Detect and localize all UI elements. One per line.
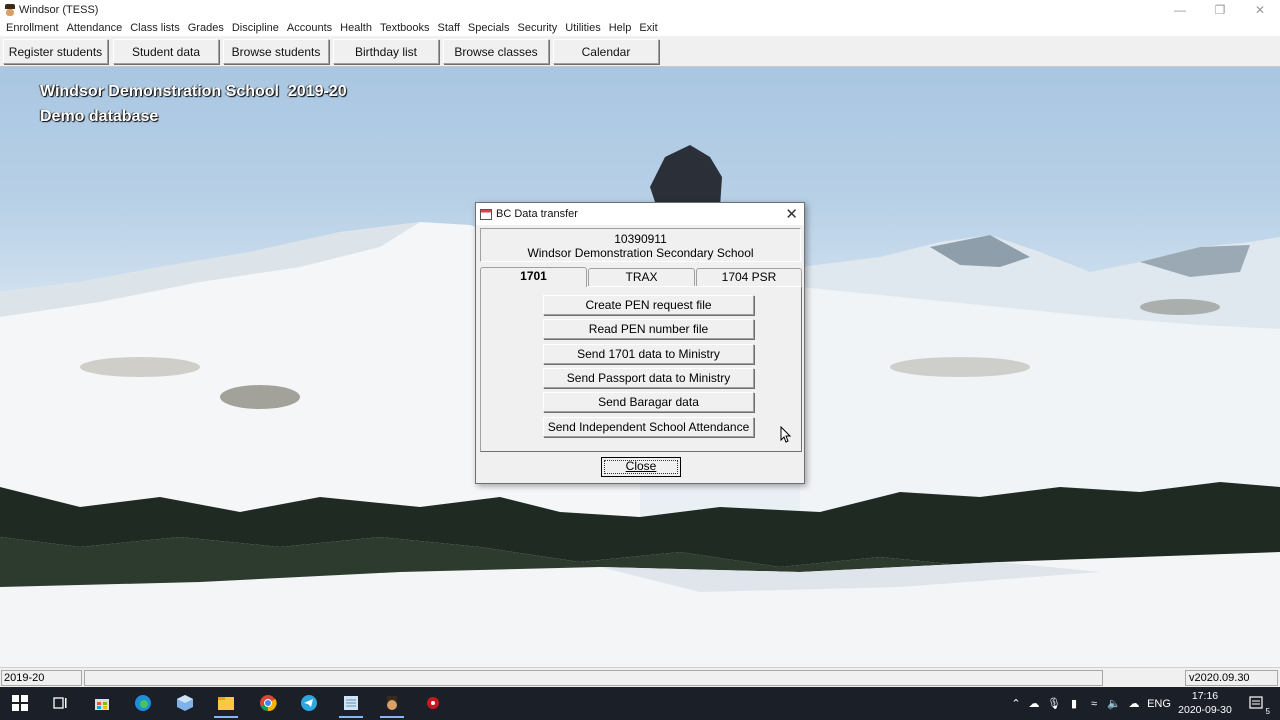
register-students-button[interactable]: Register students — [3, 39, 108, 64]
battery-icon[interactable]: ▮ — [1064, 697, 1084, 710]
menu-class-lists[interactable]: Class lists — [126, 22, 184, 34]
onedrive-icon[interactable]: ☁ — [1024, 697, 1044, 710]
menu-staff[interactable]: Staff — [433, 22, 463, 34]
bc-data-transfer-dialog: BC Data transfer ✕ 10390911 Windsor Demo… — [475, 202, 805, 484]
menu-enrollment[interactable]: Enrollment — [2, 22, 63, 34]
tab-strip: 1701 TRAX 1704 PSR — [480, 267, 802, 288]
menu-exit[interactable]: Exit — [635, 22, 661, 34]
close-icon[interactable]: ✕ — [785, 205, 798, 223]
toolbar: Register students Student data Browse st… — [0, 36, 1280, 67]
status-school-year: 2019-20 — [1, 670, 82, 686]
window-title: Windsor (TESS) — [19, 3, 99, 16]
wifi-icon[interactable]: ≈ — [1084, 698, 1104, 710]
browse-classes-button[interactable]: Browse classes — [443, 39, 549, 64]
browse-students-button[interactable]: Browse students — [223, 39, 329, 64]
create-pen-request-button[interactable]: Create PEN request file — [543, 295, 754, 315]
calendar-button[interactable]: Calendar — [553, 39, 659, 64]
school-code: 10390911 — [614, 232, 667, 246]
clock-date: 2020-09-30 — [1178, 704, 1232, 716]
close-button[interactable]: Close — [601, 457, 681, 477]
send-passport-button[interactable]: Send Passport data to Ministry — [543, 368, 754, 388]
school-info-box: 10390911 Windsor Demonstration Secondary… — [480, 228, 801, 262]
menu-security[interactable]: Security — [514, 22, 562, 34]
title-bar: Windsor (TESS) — ❐ ✕ — [0, 0, 1280, 19]
dialog-title: BC Data transfer — [496, 208, 578, 220]
send-baragar-button[interactable]: Send Baragar data — [543, 392, 754, 412]
minimize-button[interactable]: — — [1160, 0, 1200, 19]
status-message-area — [84, 670, 1103, 686]
tab-1704-psr[interactable]: 1704 PSR — [696, 268, 802, 286]
language-indicator[interactable]: ENG — [1144, 698, 1174, 710]
red-app-icon[interactable] — [421, 691, 445, 715]
notifications-icon[interactable]: 5 — [1244, 691, 1270, 716]
edge-browser-icon[interactable] — [131, 691, 155, 715]
volume-icon[interactable]: 🔈 — [1104, 697, 1124, 710]
notepad-icon[interactable] — [339, 691, 363, 718]
task-view-icon[interactable] — [48, 691, 72, 715]
menu-utilities[interactable]: Utilities — [561, 22, 604, 34]
dialog-app-icon — [480, 208, 492, 220]
file-explorer-icon[interactable] — [214, 691, 238, 718]
send-1701-button[interactable]: Send 1701 data to Ministry — [543, 344, 754, 364]
cloud-upload-icon[interactable]: ☁ — [1124, 697, 1144, 710]
clock-time: 17:16 — [1191, 690, 1219, 702]
menu-attendance[interactable]: Attendance — [63, 22, 127, 34]
close-button-label: Close — [625, 459, 657, 473]
menu-help[interactable]: Help — [605, 22, 636, 34]
windows-start-icon[interactable] — [8, 691, 32, 715]
menu-specials[interactable]: Specials — [464, 22, 514, 34]
status-bar: 2019-20 v2020.09.30 — [0, 667, 1280, 687]
tab-1701[interactable]: 1701 — [480, 267, 587, 287]
store-icon[interactable] — [90, 691, 114, 715]
clock[interactable]: 17:16 2020-09-30 — [1175, 689, 1235, 717]
telegram-icon[interactable] — [297, 691, 321, 715]
menu-accounts[interactable]: Accounts — [283, 22, 336, 34]
3d-viewer-icon[interactable] — [173, 691, 197, 715]
microphone-icon[interactable]: 🎙 — [1044, 697, 1064, 710]
chevron-up-icon[interactable]: ⌃ — [1008, 697, 1024, 710]
send-independent-attendance-button[interactable]: Send Independent School Attendance — [543, 417, 754, 437]
tab-trax[interactable]: TRAX — [588, 268, 695, 286]
menu-textbooks[interactable]: Textbooks — [376, 22, 434, 34]
restore-button[interactable]: ❐ — [1200, 0, 1240, 19]
menu-bar: Enrollment Attendance Class lists Grades… — [0, 19, 1280, 36]
birthday-list-button[interactable]: Birthday list — [333, 39, 439, 64]
tab-panel-1701: Create PEN request file Read PEN number … — [480, 286, 802, 452]
notification-count: 5 — [1265, 707, 1270, 716]
close-window-button[interactable]: ✕ — [1240, 0, 1280, 19]
school-full-name: Windsor Demonstration Secondary School — [527, 246, 754, 260]
school-title: Windsor Demonstration School 2019-20 — [40, 83, 347, 100]
taskbar: ⌃ ☁ 🎙 ▮ ≈ 🔈 ☁ ENG 17:16 2020-09-30 5 — [0, 687, 1280, 720]
mouse-cursor-icon — [780, 426, 792, 443]
menu-health[interactable]: Health — [336, 22, 376, 34]
student-data-button[interactable]: Student data — [113, 39, 219, 64]
system-tray: ⌃ ☁ 🎙 ▮ ≈ 🔈 ☁ ENG — [1008, 687, 1174, 720]
dialog-title-bar: BC Data transfer ✕ — [476, 203, 804, 225]
menu-grades[interactable]: Grades — [184, 22, 228, 34]
windsor-app-icon[interactable] — [380, 691, 404, 718]
menu-discipline[interactable]: Discipline — [228, 22, 283, 34]
app-icon — [3, 3, 17, 17]
read-pen-number-button[interactable]: Read PEN number file — [543, 319, 754, 339]
chrome-icon[interactable] — [256, 691, 280, 715]
status-version: v2020.09.30 — [1185, 670, 1278, 686]
database-label: Demo database — [40, 108, 159, 125]
